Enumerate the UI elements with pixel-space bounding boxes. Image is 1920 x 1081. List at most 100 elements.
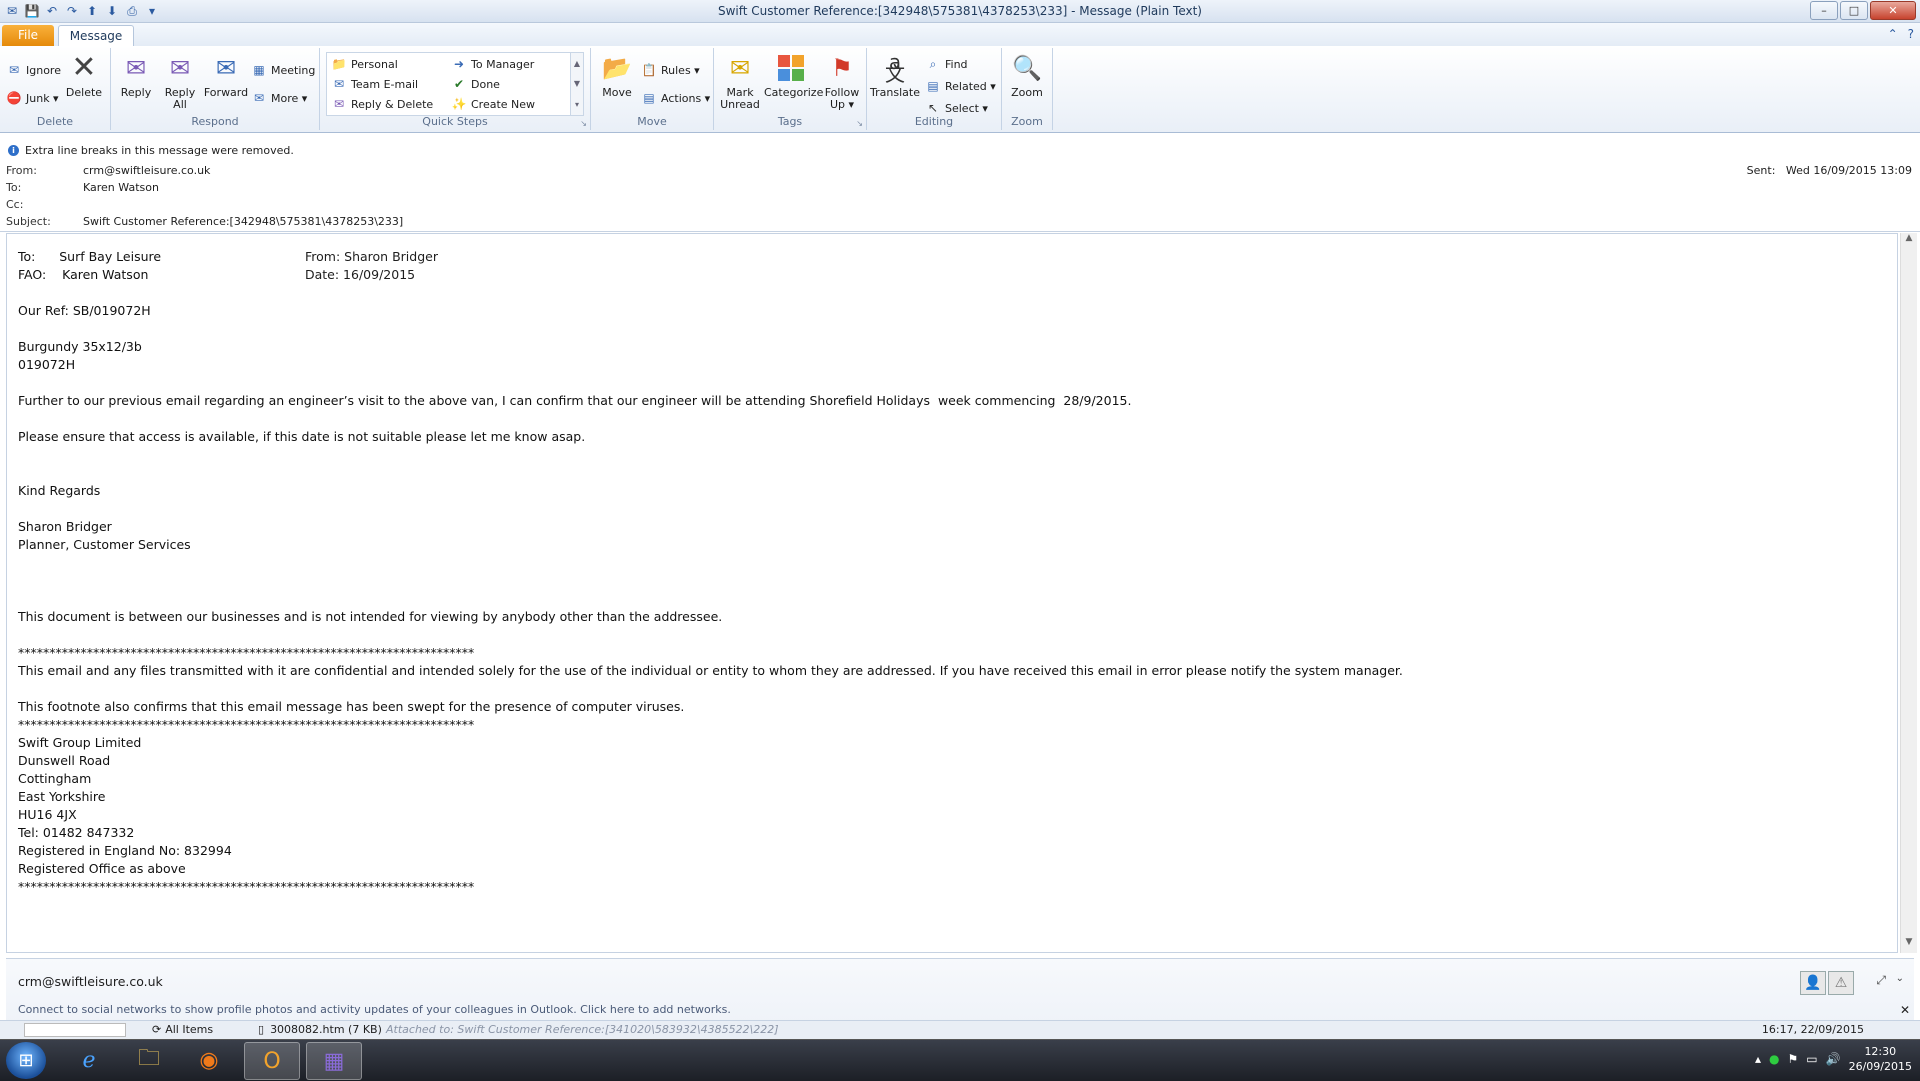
body-line [18,590,1403,608]
body-line [18,572,1403,590]
to-value[interactable]: Karen Watson [83,181,159,194]
delete-button[interactable]: ✕ Delete [64,52,104,99]
follow-up-button[interactable]: ⚑ Follow Up ▾ [820,52,864,111]
create-new-icon: ✨ [451,97,467,111]
status-field [24,1023,126,1037]
to-label: To: [6,181,22,194]
move-folder-icon: 📂 [602,54,632,82]
body-line: Dunswell Road [18,753,111,768]
body-line [18,374,1403,392]
categorize-icon [775,52,807,84]
forward-button[interactable]: ✉ Forward [203,52,249,99]
dismiss-icon[interactable]: ✕ [1900,1003,1910,1017]
follow-up-flag-icon: ⚑ [831,54,853,82]
quick-step-done[interactable]: ✔ Done [451,76,500,92]
message-body[interactable]: To: Surf Bay Leisure FAO: Karen Watson O… [6,233,1898,953]
collapse-chevron-icon[interactable]: ⌄ [1896,973,1904,984]
from-value[interactable]: crm@swiftleisure.co.uk [83,164,210,177]
show-hidden-icons-icon[interactable]: ▴ [1755,1052,1761,1066]
expand-people-pane-icon[interactable]: ⤢ [1876,973,1886,988]
scroll-up-icon[interactable]: ▲ [574,59,580,68]
quick-step-to-manager[interactable]: ➜ To Manager [451,56,534,72]
more-respond-button[interactable]: ✉ More ▾ [251,90,307,106]
tab-file[interactable]: File [2,25,54,46]
group-editing: a文 Translate ⌕ Find ▤ Related ▾ ↖ Select… [867,48,1002,130]
body-line [18,320,1403,338]
reply-all-button[interactable]: ✉ Reply All [159,52,201,111]
start-button[interactable]: ⊞ [6,1042,46,1079]
more-icon: ✉ [253,91,265,105]
action-center-flag-icon[interactable]: ⚑ [1788,1052,1799,1066]
tab-message[interactable]: Message [58,25,134,46]
quick-steps-scroll[interactable]: ▲ ▼ ▾ [570,53,583,115]
status-green-icon[interactable]: ● [1769,1052,1779,1066]
rules-button[interactable]: 📋 Rules ▾ [641,62,700,78]
scroll-down-icon[interactable]: ▼ [574,79,580,88]
scroll-down-arrow-icon[interactable]: ▼ [1901,937,1917,953]
quick-step-create-new[interactable]: ✨ Create New [451,96,536,112]
attachment-icon: ▯ [258,1023,265,1036]
scroll-up-arrow-icon[interactable]: ▲ [1901,233,1917,249]
help-icon[interactable]: ? [1908,27,1914,41]
people-pane: crm@swiftleisure.co.uk Connect to social… [6,958,1914,1029]
mark-unread-button[interactable]: ✉ Mark Unread [716,52,764,111]
group-label-tags: Tags [777,115,803,128]
categorize-button[interactable]: Categorize [764,52,823,99]
related-button[interactable]: ▤ Related ▾ [925,78,995,94]
meeting-icon: ▦ [253,63,265,77]
move-button[interactable]: 📂 Move [597,52,637,99]
ignore-button[interactable]: ✉ Ignore [6,62,61,78]
group-delete: ✉ Ignore ⛔ Junk ▾ ✕ Delete Delete [0,48,111,130]
minimize-button[interactable]: – [1810,1,1838,20]
body-line: Sharon Bridger [18,519,112,534]
body-line: Our Ref: SB/019072H [18,303,151,318]
vertical-scrollbar[interactable]: ▲ ▼ [1900,233,1917,953]
people-pane-sender[interactable]: crm@swiftleisure.co.uk [18,974,163,989]
person-avatar-selected-icon[interactable]: ⚠ [1828,971,1854,995]
zoom-button[interactable]: 🔍 Zoom [1006,52,1048,99]
volume-icon[interactable]: 🔊 [1826,1052,1841,1066]
all-items-label: All Items [165,1023,214,1036]
body-line: Planner, Customer Services [18,537,191,552]
body-line [18,446,1403,464]
expand-gallery-icon[interactable]: ▾ [575,100,579,109]
info-bar[interactable]: i Extra line breaks in this message were… [8,144,294,157]
translate-button[interactable]: a文 Translate [869,52,921,99]
social-connect-message[interactable]: Connect to social networks to show profi… [18,1003,731,1016]
delete-x-icon: ✕ [71,50,97,85]
maximize-button[interactable]: □ [1840,1,1868,20]
close-button[interactable]: ✕ [1870,1,1916,20]
actions-button[interactable]: ▤ Actions ▾ [641,90,710,106]
minimize-ribbon-icon[interactable]: ⌃ [1888,27,1898,41]
actions-icon: ▤ [643,91,655,105]
internet-explorer-icon[interactable]: ℯ [62,1042,116,1078]
quick-step-reply-delete[interactable]: ✉ Reply & Delete [331,96,433,112]
clock[interactable]: 12:30 26/09/2015 [1849,1044,1912,1074]
meeting-button[interactable]: ▦ Meeting [251,62,315,78]
find-button[interactable]: ⌕ Find [925,56,968,72]
outlook-taskbar-icon[interactable]: O [244,1042,300,1080]
quick-step-team-email[interactable]: ✉ Team E-mail [331,76,418,92]
body-line [18,626,1403,644]
reply-button[interactable]: ✉ Reply [115,52,157,99]
group-label-delete: Delete [36,115,74,128]
windows-taskbar: ⊞ ℯ 🗀 ◉ O ▦ ▴ ● ⚑ ▭ 🔊 12:30 26/09/2015 [0,1039,1920,1081]
quick-step-label: Done [471,77,500,91]
junk-button[interactable]: ⛔ Junk ▾ [6,90,59,106]
magnifier-icon: 🔍 [1012,54,1042,82]
file-explorer-icon[interactable]: 🗀 [122,1042,176,1078]
translate-icon: a文 [885,50,905,86]
from-row: From: crm@swiftleisure.co.uk [6,164,210,177]
select-button[interactable]: ↖ Select ▾ [925,100,988,116]
person-avatar-icon[interactable]: 👤 [1800,971,1826,995]
group-label-move: Move [637,115,667,128]
reply-all-icon: ✉ [169,54,191,82]
attachment-info[interactable]: ▯ 3008082.htm (7 KB) [258,1023,382,1036]
network-icon[interactable]: ▭ [1806,1052,1817,1066]
quick-step-personal[interactable]: 📁 Personal [331,56,398,72]
group-label-editing: Editing [914,115,954,128]
firefox-icon[interactable]: ◉ [182,1042,236,1078]
reply-icon: ✉ [125,54,147,82]
all-items[interactable]: ⟳ All Items [152,1023,213,1036]
calculator-taskbar-icon[interactable]: ▦ [306,1042,362,1080]
